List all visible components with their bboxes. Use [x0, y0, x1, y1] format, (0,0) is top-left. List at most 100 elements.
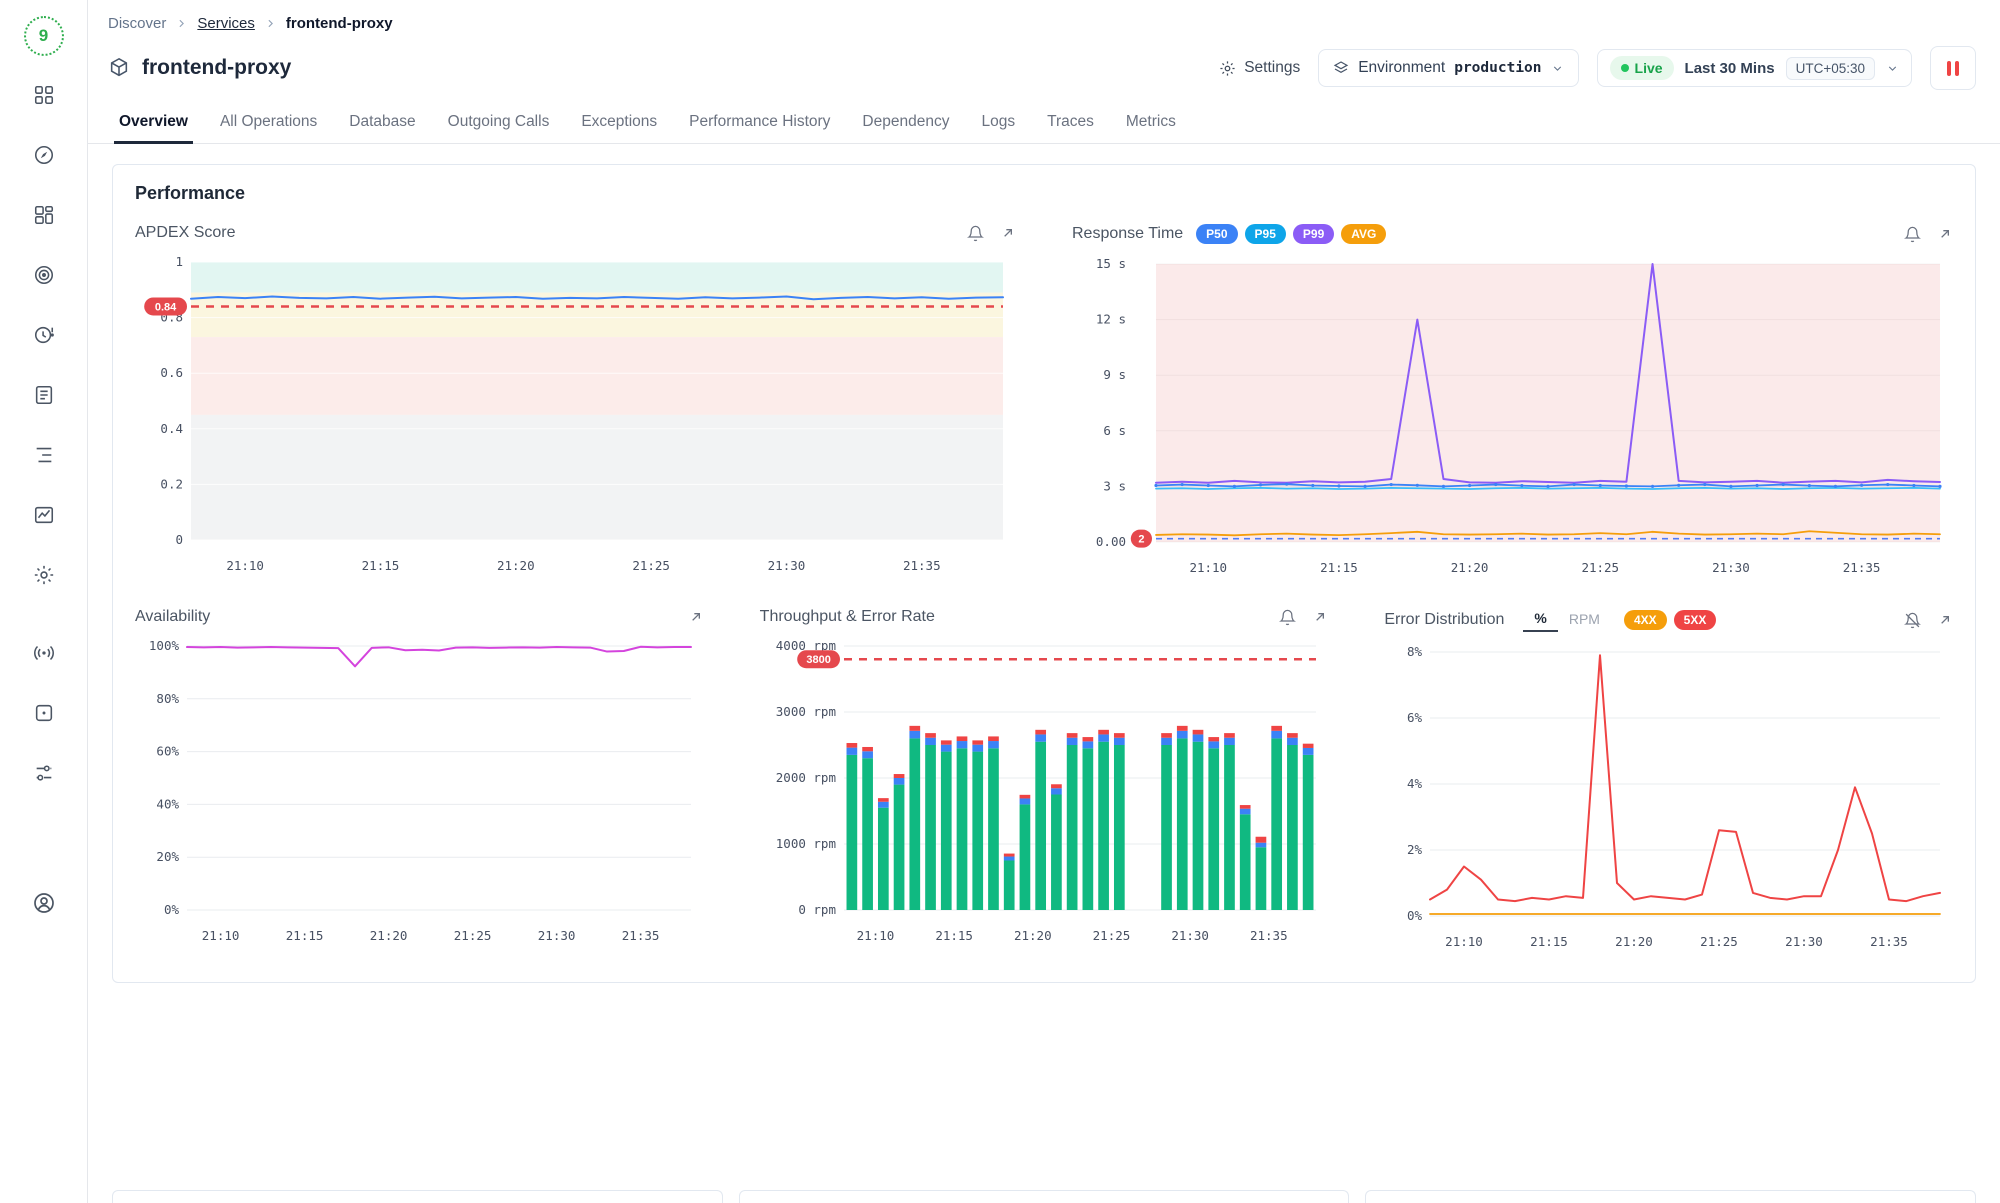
availability-chart: 0%20%40%60%80%100%21:1021:1521:2021:2521…	[135, 632, 703, 950]
chevron-down-icon	[1551, 62, 1564, 75]
svg-text:21:15: 21:15	[362, 558, 400, 573]
sidebar: 9	[0, 0, 88, 1203]
svg-text:21:35: 21:35	[1871, 934, 1909, 949]
clock-alert-icon[interactable]	[33, 324, 55, 346]
breadcrumb-services[interactable]: Services	[197, 15, 255, 32]
svg-text:3800: 3800	[806, 654, 830, 666]
settings-button[interactable]: Settings	[1219, 59, 1300, 77]
tab-dependency[interactable]: Dependency	[847, 102, 964, 143]
availability-title: Availability	[135, 608, 210, 626]
tab-exceptions[interactable]: Exceptions	[566, 102, 672, 143]
svg-text:21:20: 21:20	[1451, 560, 1489, 575]
svg-text:6%: 6%	[1407, 710, 1423, 725]
badge-p95[interactable]: P95	[1245, 224, 1286, 244]
bell-icon[interactable]	[1904, 226, 1921, 243]
environment-label: Environment	[1358, 59, 1445, 77]
badge-5xx[interactable]: 5XX	[1674, 610, 1717, 630]
expand-icon[interactable]	[688, 609, 704, 625]
svg-text:21:10: 21:10	[1446, 934, 1484, 949]
svg-text:12 s: 12 s	[1096, 312, 1126, 327]
svg-text:21:15: 21:15	[1531, 934, 1569, 949]
chevron-right-icon	[175, 17, 188, 30]
svg-text:80%: 80%	[156, 691, 179, 706]
tab-outgoing-calls[interactable]: Outgoing Calls	[433, 102, 565, 143]
svg-text:21:30: 21:30	[1171, 928, 1209, 943]
bell-icon[interactable]	[967, 225, 984, 242]
signoz-logo[interactable]: 9	[24, 16, 64, 56]
chevron-down-icon	[1886, 62, 1899, 75]
expand-icon[interactable]	[1937, 612, 1953, 628]
expand-icon[interactable]	[1000, 225, 1016, 241]
badge-avg[interactable]: AVG	[1341, 224, 1386, 244]
svg-text:0%: 0%	[164, 902, 180, 917]
broadcast-icon[interactable]	[33, 642, 55, 664]
expand-icon[interactable]	[1937, 226, 1953, 242]
header-controls: Settings Environment production Live	[1219, 46, 1976, 90]
tab-traces[interactable]: Traces	[1032, 102, 1109, 143]
response-time-panel: Response Time P50 P95 P99 AVG	[1072, 224, 1953, 582]
svg-text:21:20: 21:20	[370, 928, 408, 943]
svg-text:21:15: 21:15	[1320, 560, 1358, 575]
gear-icon	[1219, 60, 1236, 77]
svg-text:21:35: 21:35	[1250, 928, 1288, 943]
card-stub	[1365, 1190, 1976, 1203]
environment-select[interactable]: Environment production	[1318, 49, 1578, 87]
svg-text:15 s: 15 s	[1096, 256, 1126, 271]
breadcrumb-discover[interactable]: Discover	[108, 15, 166, 32]
svg-text:21:30: 21:30	[768, 558, 806, 573]
svg-text:21:10: 21:10	[1189, 560, 1227, 575]
error-distribution-chart: 0%2%4%6%8%21:1021:1521:2021:2521:3021:35	[1384, 638, 1952, 956]
apdex-title: APDEX Score	[135, 224, 235, 242]
svg-text:21:20: 21:20	[1014, 928, 1052, 943]
badge-p99[interactable]: P99	[1293, 224, 1334, 244]
apps-grid-icon[interactable]	[33, 84, 55, 106]
tab-all-operations[interactable]: All Operations	[205, 102, 332, 143]
tab-database[interactable]: Database	[334, 102, 430, 143]
error-distribution-title: Error Distribution	[1384, 611, 1504, 629]
layout-dashboard-icon[interactable]	[33, 204, 55, 226]
throughput-panel: Throughput & Error Rate 0 rpm1000 rpm20	[760, 608, 1329, 956]
svg-text:20%: 20%	[156, 849, 179, 864]
svg-text:21:10: 21:10	[856, 928, 894, 943]
box-dot-icon[interactable]	[33, 702, 55, 724]
pause-icon	[1955, 61, 1959, 76]
bell-off-icon[interactable]	[1904, 612, 1921, 629]
gear-sparkle-icon[interactable]	[33, 564, 55, 586]
breadcrumb: Discover Services frontend-proxy	[88, 0, 2000, 38]
environment-value: production	[1454, 60, 1541, 76]
pause-live-button[interactable]	[1930, 46, 1976, 90]
tab-metrics[interactable]: Metrics	[1111, 102, 1191, 143]
logs-icon[interactable]	[33, 384, 55, 406]
profile-icon[interactable]	[32, 892, 56, 914]
svg-text:0 rpm: 0 rpm	[798, 902, 836, 917]
throughput-title: Throughput & Error Rate	[760, 608, 935, 626]
badge-p50[interactable]: P50	[1196, 224, 1237, 244]
svg-text:21:15: 21:15	[935, 928, 973, 943]
time-range-picker[interactable]: Live Last 30 Mins UTC+05:30	[1597, 49, 1912, 87]
svg-text:21:30: 21:30	[1712, 560, 1750, 575]
badge-4xx[interactable]: 4XX	[1624, 610, 1667, 630]
compass-icon[interactable]	[33, 144, 55, 166]
bell-icon[interactable]	[1279, 609, 1296, 626]
svg-text:0.6: 0.6	[160, 365, 183, 380]
chart-image-icon[interactable]	[33, 504, 55, 526]
tab-overview[interactable]: Overview	[104, 102, 203, 143]
time-range-label: Last 30 Mins	[1685, 60, 1775, 77]
toggle-percent[interactable]: %	[1523, 608, 1557, 632]
live-label: Live	[1635, 60, 1663, 76]
performance-section-title: Performance	[135, 183, 1953, 204]
page-content: Performance APDEX Score	[88, 144, 2000, 1203]
target-icon[interactable]	[33, 264, 55, 286]
toggle-rpm[interactable]: RPM	[1558, 609, 1611, 631]
list-lines-icon[interactable]	[33, 444, 55, 466]
next-section-cards	[112, 1190, 1976, 1203]
expand-icon[interactable]	[1312, 609, 1328, 625]
tab-performance-history[interactable]: Performance History	[674, 102, 845, 143]
sliders-icon[interactable]	[33, 762, 55, 784]
svg-text:21:10: 21:10	[226, 558, 264, 573]
live-indicator[interactable]: Live	[1610, 56, 1674, 80]
response-time-title: Response Time	[1072, 225, 1183, 243]
timezone-chip[interactable]: UTC+05:30	[1786, 57, 1875, 80]
tab-bar: Overview All Operations Database Outgoin…	[88, 102, 2000, 144]
tab-logs[interactable]: Logs	[966, 102, 1030, 143]
